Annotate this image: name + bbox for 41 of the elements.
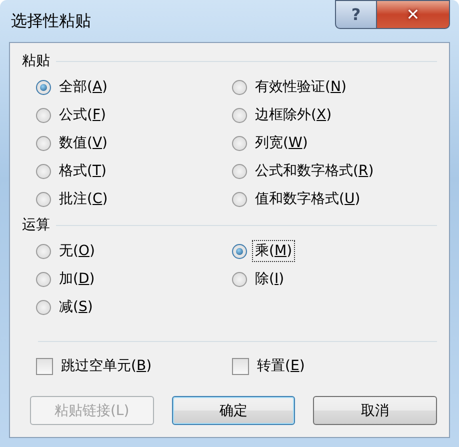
option-label[interactable]: 加(D) <box>56 268 98 290</box>
option-label[interactable]: 边框除外(X) <box>252 104 335 126</box>
option-label[interactable]: 减(S) <box>56 296 96 318</box>
checkbox-label[interactable]: 跳过空单元(B) <box>58 355 155 377</box>
option-label[interactable]: 有效性验证(N) <box>252 76 350 98</box>
radio-button[interactable] <box>36 136 51 150</box>
radio-button[interactable] <box>232 244 247 258</box>
radio-button[interactable] <box>232 136 247 150</box>
radio-button[interactable] <box>36 300 51 314</box>
option-label[interactable]: 公式和数字格式(R) <box>252 160 377 182</box>
radio-button[interactable] <box>36 108 51 122</box>
option-label[interactable]: 全部(A) <box>56 76 111 98</box>
help-button[interactable]: ? <box>335 0 377 29</box>
checkbox[interactable] <box>36 358 53 374</box>
window-title: 选择性粘贴 <box>10 10 91 32</box>
radio-button[interactable] <box>232 108 247 122</box>
option-label[interactable]: 值和数字格式(U) <box>252 188 364 210</box>
dialog-button[interactable]: 取消 <box>313 396 438 425</box>
group-heading: 运算 <box>22 216 50 234</box>
radio-button[interactable] <box>36 164 51 178</box>
option-label[interactable]: 列宽(W) <box>252 132 311 154</box>
close-button[interactable]: ✕ <box>377 0 450 29</box>
radio-button[interactable] <box>36 80 51 94</box>
group-heading: 粘贴 <box>22 52 50 70</box>
option-label[interactable]: 格式(T) <box>56 160 110 182</box>
option-label[interactable]: 除(I) <box>252 268 288 290</box>
radio-button[interactable] <box>232 272 247 286</box>
checkbox-label[interactable]: 转置(E) <box>254 355 308 377</box>
radio-button[interactable] <box>232 164 247 178</box>
radio-button[interactable] <box>36 244 51 258</box>
dialog-button[interactable]: 确定 <box>172 396 296 425</box>
radio-button[interactable] <box>232 80 247 94</box>
option-label[interactable]: 公式(F) <box>56 104 109 126</box>
radio-button[interactable] <box>232 192 247 206</box>
option-label[interactable]: 无(O) <box>56 240 98 262</box>
radio-button[interactable] <box>36 272 51 286</box>
option-label[interactable]: 批注(C) <box>56 188 111 210</box>
option-label[interactable]: 乘(M) <box>252 240 296 262</box>
radio-button[interactable] <box>36 192 51 206</box>
checkbox[interactable] <box>232 358 249 374</box>
option-label[interactable]: 数值(V) <box>56 132 111 154</box>
